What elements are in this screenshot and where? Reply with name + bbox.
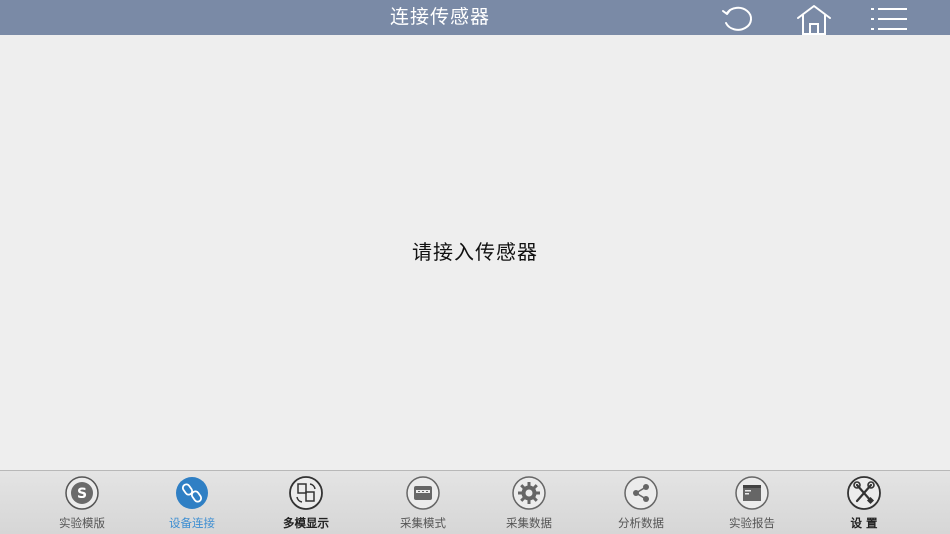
- nav-label: 多模显示: [283, 516, 329, 530]
- nav-label: 实验报告: [729, 516, 775, 530]
- gear-icon: [512, 476, 546, 510]
- top-bar: 连接传感器: [0, 0, 950, 35]
- s-template-icon: S: [65, 476, 99, 510]
- nav-label: 采集数据: [506, 516, 552, 530]
- menu-list-icon: [871, 8, 907, 30]
- connect-sensor-prompt: 请接入传感器: [412, 240, 538, 264]
- nav-multi-display[interactable]: 多模显示: [261, 471, 351, 534]
- tools-icon: [847, 476, 881, 510]
- report-icon: [735, 476, 769, 510]
- main-content: 请接入传感器: [0, 35, 950, 470]
- page-title: 连接传感器: [389, 6, 490, 28]
- share-icon: [624, 476, 658, 510]
- collect-mode-icon: [406, 476, 440, 510]
- multi-display-icon: [289, 476, 323, 510]
- nav-label: 分析数据: [618, 516, 664, 530]
- nav-label: 实验模版: [59, 516, 105, 530]
- nav-experiment-report[interactable]: 实验报告: [707, 471, 797, 534]
- refresh-button[interactable]: [717, 2, 757, 36]
- refresh-icon: [722, 6, 752, 31]
- nav-settings[interactable]: 设 置: [819, 471, 909, 534]
- bottom-nav: S 实验模版 设备连接 多模显示 采集模式 采集数据 分析数据 实验报告 设 置: [0, 470, 950, 534]
- nav-analyze-data[interactable]: 分析数据: [596, 471, 686, 534]
- nav-label: 设备连接: [169, 516, 215, 530]
- nav-device-connect[interactable]: 设备连接: [147, 471, 237, 534]
- home-icon: [797, 5, 831, 35]
- nav-collect-data[interactable]: 采集数据: [484, 471, 574, 534]
- link-icon: [176, 477, 208, 509]
- nav-collect-mode[interactable]: 采集模式: [378, 471, 468, 534]
- app-window: 连接传感器 请接入传感器 S 实验模版 设备连接 多模显示 采集模式 采集数据 …: [0, 0, 950, 534]
- nav-label: 设 置: [850, 516, 878, 530]
- home-button[interactable]: [794, 2, 834, 36]
- nav-experiment-template[interactable]: S 实验模版: [37, 471, 127, 534]
- menu-button[interactable]: [869, 2, 909, 36]
- svg-text:S: S: [77, 486, 87, 502]
- nav-label: 采集模式: [400, 516, 446, 530]
